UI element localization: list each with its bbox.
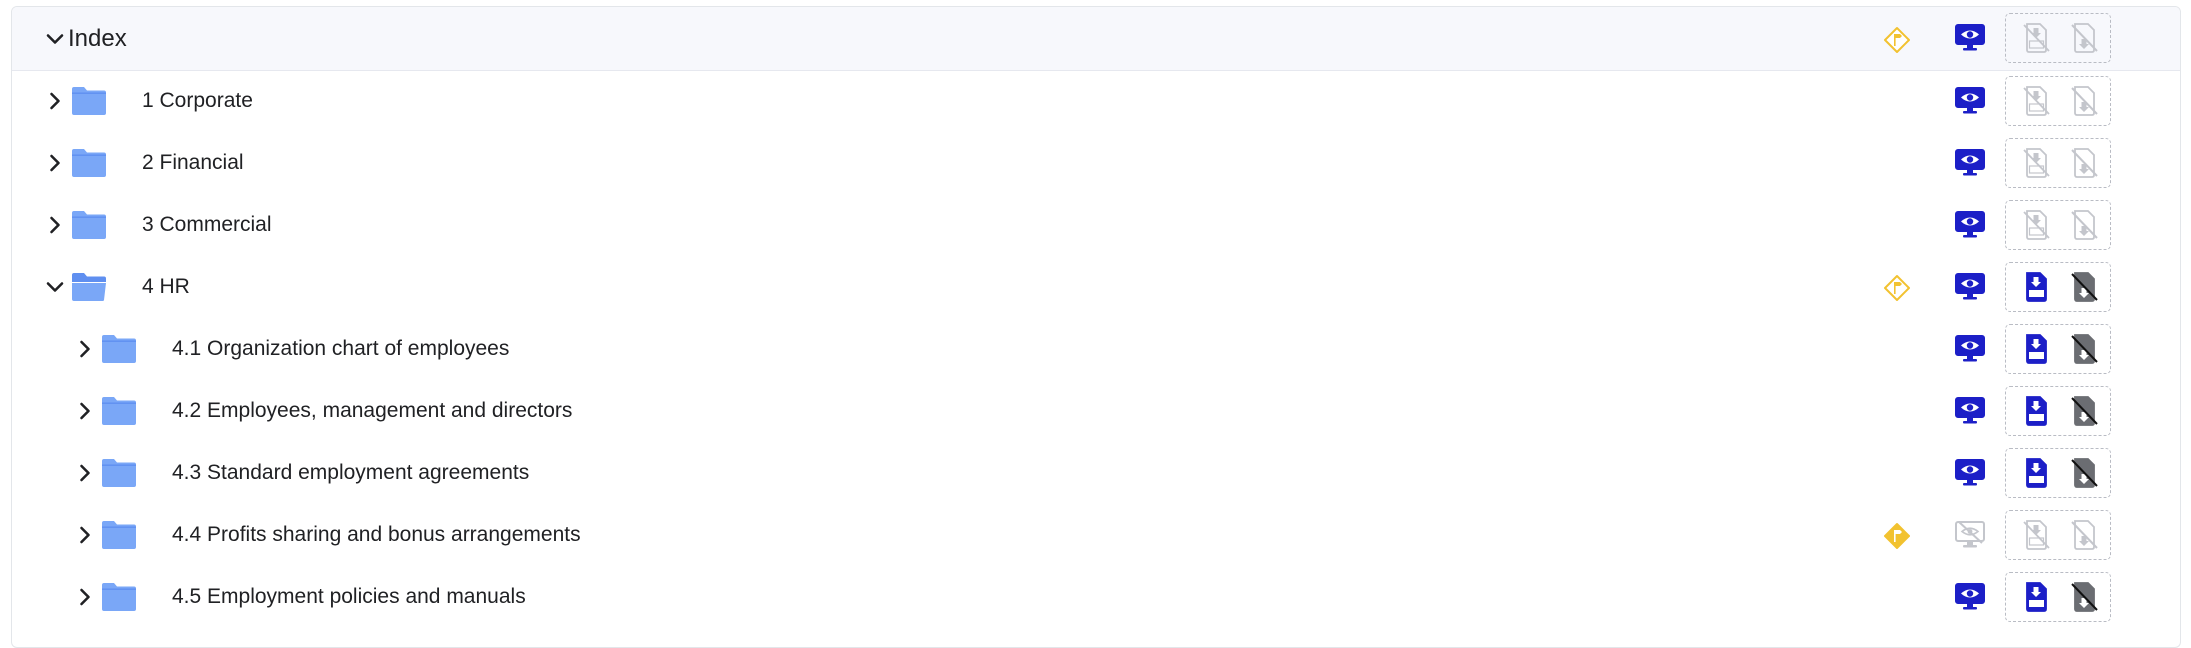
document-actions-group	[2005, 510, 2111, 560]
chevron-down-icon[interactable]	[43, 275, 67, 299]
monitor-eye-icon[interactable]	[1954, 147, 1986, 179]
tree-subfolder-row[interactable]: 4.1 Organization chart of employees	[12, 318, 2180, 380]
monitor-eye-icon[interactable]	[1954, 22, 1986, 54]
monitor-eye-icon[interactable]	[1954, 85, 1986, 117]
tree-subfolder-row[interactable]: 4.3 Standard employment agreements	[12, 442, 2180, 504]
print-disabled-icon	[2069, 86, 2099, 116]
document-actions-group	[2005, 448, 2111, 498]
monitor-eye-icon	[1954, 519, 1986, 551]
folder-icon	[101, 582, 137, 612]
folder-icon	[71, 86, 107, 116]
index-title: Index	[68, 25, 127, 52]
monitor-eye-icon[interactable]	[1954, 457, 1986, 489]
folder-icon	[101, 458, 137, 488]
pdf-download-icon	[2021, 23, 2051, 53]
folder-label: 2 Financial	[142, 151, 244, 174]
folder-label: 4.4 Profits sharing and bonus arrangemen…	[172, 523, 581, 546]
pdf-download-icon	[2021, 86, 2051, 116]
pdf-download-icon	[2021, 148, 2051, 178]
pdf-download-icon[interactable]	[2021, 458, 2051, 488]
tree-folder-row[interactable]: 1 Corporate	[12, 70, 2180, 132]
print-disabled-icon	[2069, 210, 2099, 240]
folder-label: 4.5 Employment policies and manuals	[172, 585, 526, 608]
tag-icon[interactable]	[1883, 522, 1911, 550]
index-header-row[interactable]: Index	[12, 7, 2180, 71]
tree-subfolder-row[interactable]: 4.4 Profits sharing and bonus arrangemen…	[12, 504, 2180, 566]
folder-icon	[71, 148, 107, 178]
tree-folder-row[interactable]: 3 Commercial	[12, 194, 2180, 256]
document-actions-group	[2005, 324, 2111, 374]
pdf-download-icon	[2021, 520, 2051, 550]
folder-label: 4 HR	[142, 275, 190, 298]
monitor-eye-icon[interactable]	[1954, 395, 1986, 427]
chevron-right-icon[interactable]	[43, 151, 67, 175]
pdf-download-icon	[2021, 210, 2051, 240]
print-disabled-icon[interactable]	[2069, 458, 2099, 488]
chevron-right-icon[interactable]	[73, 523, 97, 547]
print-disabled-icon[interactable]	[2069, 396, 2099, 426]
monitor-eye-icon[interactable]	[1954, 333, 1986, 365]
folder-icon	[71, 210, 107, 240]
document-actions-group	[2005, 13, 2111, 63]
chevron-right-icon[interactable]	[43, 213, 67, 237]
chevron-right-icon[interactable]	[73, 337, 97, 361]
folder-label: 1 Corporate	[142, 89, 253, 112]
tree-subfolder-row[interactable]: 4.2 Employees, management and directors	[12, 380, 2180, 442]
print-disabled-icon[interactable]	[2069, 582, 2099, 612]
pdf-download-icon[interactable]	[2021, 334, 2051, 364]
chevron-right-icon[interactable]	[73, 399, 97, 423]
print-disabled-icon	[2069, 148, 2099, 178]
folder-label: 4.2 Employees, management and directors	[172, 399, 573, 422]
pdf-download-icon[interactable]	[2021, 396, 2051, 426]
folder-open-icon	[71, 272, 107, 302]
tree-subfolder-row[interactable]: 4.5 Employment policies and manuals	[12, 566, 2180, 628]
tag-icon[interactable]	[1883, 274, 1911, 302]
pdf-download-icon[interactable]	[2021, 582, 2051, 612]
folder-icon	[101, 396, 137, 426]
pdf-download-icon[interactable]	[2021, 272, 2051, 302]
folder-label: 4.3 Standard employment agreements	[172, 461, 530, 484]
monitor-eye-icon[interactable]	[1954, 271, 1986, 303]
tree-folder-row[interactable]: 4 HR	[12, 256, 2180, 318]
monitor-eye-icon[interactable]	[1954, 581, 1986, 613]
monitor-eye-icon[interactable]	[1954, 209, 1986, 241]
tree-folder-row[interactable]: 2 Financial	[12, 132, 2180, 194]
chevron-down-icon[interactable]	[43, 27, 67, 51]
print-disabled-icon	[2069, 23, 2099, 53]
chevron-right-icon[interactable]	[73, 585, 97, 609]
chevron-right-icon[interactable]	[43, 89, 67, 113]
print-disabled-icon	[2069, 520, 2099, 550]
chevron-right-icon[interactable]	[73, 461, 97, 485]
folder-icon	[101, 334, 137, 364]
document-actions-group	[2005, 138, 2111, 188]
index-tree-panel: Index 1 Corporate 2 Financial 3 Commercial 4…	[11, 6, 2181, 648]
document-actions-group	[2005, 76, 2111, 126]
document-actions-group	[2005, 572, 2111, 622]
folder-icon	[101, 520, 137, 550]
document-actions-group	[2005, 262, 2111, 312]
print-disabled-icon[interactable]	[2069, 272, 2099, 302]
folder-label: 3 Commercial	[142, 213, 272, 236]
print-disabled-icon[interactable]	[2069, 334, 2099, 364]
folder-label: 4.1 Organization chart of employees	[172, 337, 510, 360]
document-actions-group	[2005, 200, 2111, 250]
tag-icon[interactable]	[1883, 26, 1911, 54]
document-actions-group	[2005, 386, 2111, 436]
